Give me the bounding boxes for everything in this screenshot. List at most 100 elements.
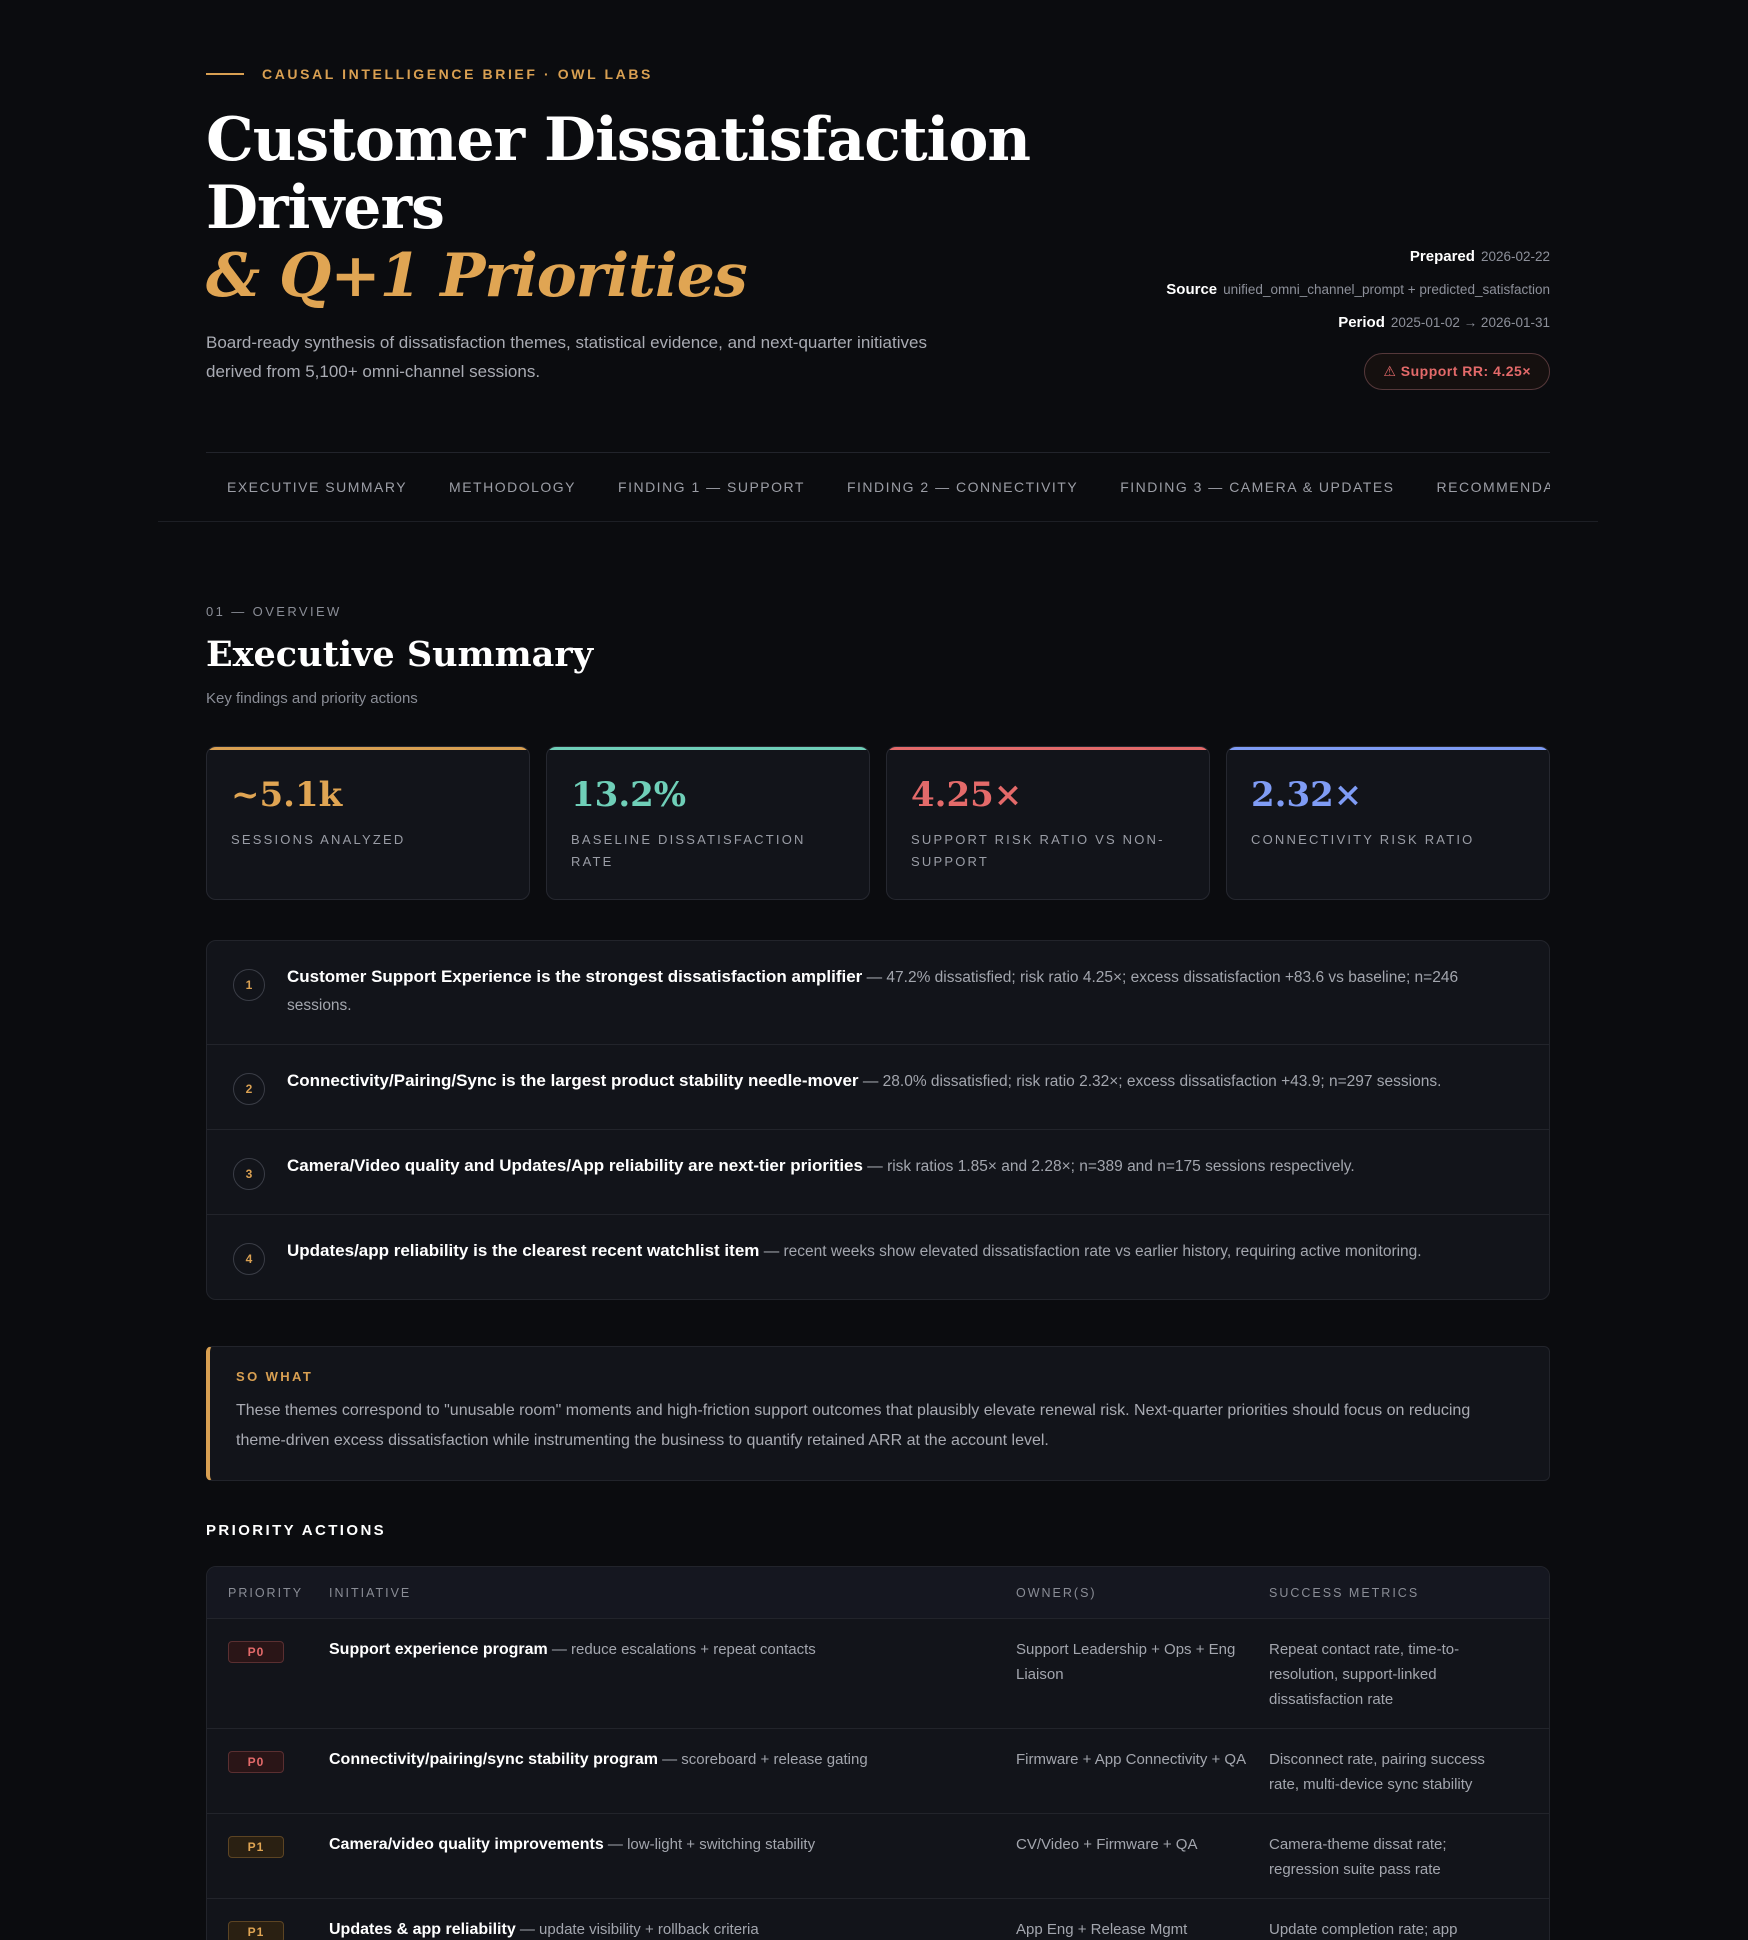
title-line-2: Drivers bbox=[206, 173, 445, 243]
header-initiative: INITIATIVE bbox=[329, 1585, 412, 1600]
meta-period: Period 2025-01-02 → 2026-01-31 bbox=[1166, 306, 1550, 339]
finding-text: Customer Support Experience is the stron… bbox=[287, 963, 1523, 1020]
section-subtitle: Key findings and priority actions bbox=[206, 690, 418, 707]
tab-finding-2[interactable]: FINDING 2 — CONNECTIVITY bbox=[826, 453, 1099, 521]
initiative-cell: Updates & app reliability — update visib… bbox=[329, 1917, 1016, 1940]
table-header: PRIORITY INITIATIVE OWNER(S) SUCCESS MET… bbox=[207, 1567, 1549, 1619]
owners-cell: CV/Video + Firmware + QA bbox=[1016, 1836, 1198, 1853]
finding-detail: — risk ratios 1.85× and 2.28×; n=389 and… bbox=[862, 1158, 1355, 1175]
table-row: P0 Connectivity/pairing/sync stability p… bbox=[207, 1729, 1549, 1814]
kpi-card-connectivity-rr: 2.32× CONNECTIVITY RISK RATIO bbox=[1226, 746, 1550, 900]
meta-period-value: 2025-01-02 → 2026-01-31 bbox=[1390, 315, 1550, 330]
initiative-cell: Support experience program — reduce esca… bbox=[329, 1637, 1016, 1712]
page-title: Customer Dissatisfaction Drivers & Q+1 P… bbox=[206, 106, 1106, 310]
kpi-accent-bar bbox=[887, 747, 1209, 750]
table-row: P1 Camera/video quality improvements — l… bbox=[207, 1814, 1549, 1899]
finding-number: 3 bbox=[233, 1158, 265, 1190]
tab-methodology[interactable]: METHODOLOGY bbox=[428, 453, 597, 521]
meta-source-value: unified_omni_channel_prompt + predicted_… bbox=[1223, 282, 1550, 297]
initiative-cell: Camera/video quality improvements — low-… bbox=[329, 1832, 1016, 1882]
so-what-callout: SO WHAT These themes correspond to "unus… bbox=[206, 1346, 1550, 1481]
kpi-accent-bar bbox=[547, 747, 869, 750]
kpi-accent-bar bbox=[207, 747, 529, 750]
page: CAUSAL INTELLIGENCE BRIEF · OWL LABS Cus… bbox=[0, 0, 1748, 1940]
initiative-name: Support experience program bbox=[329, 1641, 548, 1658]
eyebrow-rule bbox=[206, 73, 244, 75]
priority-badge: P1 bbox=[228, 1836, 284, 1858]
finding-text: Camera/Video quality and Updates/App rel… bbox=[287, 1152, 1355, 1181]
meta-prepared-value: 2026-02-22 bbox=[1480, 249, 1550, 264]
priority-actions-title: PRIORITY ACTIONS bbox=[206, 1522, 387, 1539]
metrics-cell: Camera-theme dissat rate; regression sui… bbox=[1269, 1836, 1447, 1878]
finding-number: 4 bbox=[233, 1243, 265, 1275]
kpi-value: 4.25× bbox=[911, 775, 1023, 815]
kpi-card-support-rr: 4.25× SUPPORT RISK RATIO VS NON-SUPPORT bbox=[886, 746, 1210, 900]
priority-badge: P0 bbox=[228, 1751, 284, 1773]
header-priority: PRIORITY bbox=[228, 1585, 304, 1600]
initiative-detail: — update visibility + rollback criteria bbox=[515, 1921, 759, 1938]
key-findings-list: 1 Customer Support Experience is the str… bbox=[206, 940, 1550, 1300]
finding-title: Camera/Video quality and Updates/App rel… bbox=[287, 1156, 863, 1175]
support-rr-badge: ⚠ Support RR: 4.25× bbox=[1364, 353, 1550, 390]
so-what-label: SO WHAT bbox=[236, 1369, 314, 1384]
table-row: P0 Support experience program — reduce e… bbox=[207, 1619, 1549, 1729]
nav-divider-bottom bbox=[158, 521, 1598, 522]
section-eyebrow: 01 — OVERVIEW bbox=[206, 604, 342, 619]
initiative-name: Camera/video quality improvements bbox=[329, 1836, 604, 1853]
finding-item: 4 Updates/app reliability is the cleares… bbox=[207, 1215, 1549, 1299]
meta-prepared: Prepared 2026-02-22 bbox=[1166, 240, 1550, 273]
kpi-label: CONNECTIVITY RISK RATIO bbox=[1251, 832, 1475, 847]
finding-detail: — recent weeks show elevated dissatisfac… bbox=[759, 1243, 1422, 1260]
priority-badge: P0 bbox=[228, 1641, 284, 1663]
initiative-cell: Connectivity/pairing/sync stability prog… bbox=[329, 1747, 1016, 1797]
finding-title: Connectivity/Pairing/Sync is the largest… bbox=[287, 1071, 859, 1090]
initiative-detail: — low-light + switching stability bbox=[603, 1836, 816, 1853]
kpi-label: BASELINE DISSATISFACTION RATE bbox=[571, 832, 806, 869]
initiative-detail: — reduce escalations + repeat contacts bbox=[547, 1641, 816, 1658]
kpi-label: SESSIONS ANALYZED bbox=[231, 832, 406, 847]
finding-number: 2 bbox=[233, 1073, 265, 1105]
kpi-label: SUPPORT RISK RATIO VS NON-SUPPORT bbox=[911, 832, 1165, 869]
priority-badge: P1 bbox=[228, 1921, 284, 1940]
initiative-detail: — scoreboard + release gating bbox=[657, 1751, 868, 1768]
so-what-text: These themes correspond to "unusable roo… bbox=[236, 1402, 1471, 1449]
finding-number: 1 bbox=[233, 969, 265, 1001]
title-accent: & Q+1 Priorities bbox=[206, 241, 748, 311]
tab-recommendations[interactable]: RECOMMENDATIONS bbox=[1416, 453, 1550, 521]
table-row: P1 Updates & app reliability — update vi… bbox=[207, 1899, 1549, 1940]
owners-cell: App Eng + Release Mgmt bbox=[1016, 1921, 1188, 1938]
owners-cell: Support Leadership + Ops + Eng Liaison bbox=[1016, 1641, 1236, 1683]
header-metrics: SUCCESS METRICS bbox=[1269, 1585, 1420, 1600]
finding-text: Connectivity/Pairing/Sync is the largest… bbox=[287, 1067, 1441, 1096]
eyebrow-text: CAUSAL INTELLIGENCE BRIEF · OWL LABS bbox=[262, 66, 653, 82]
finding-item: 1 Customer Support Experience is the str… bbox=[207, 941, 1549, 1045]
owners-cell: Firmware + App Connectivity + QA bbox=[1016, 1751, 1247, 1768]
page-subtitle: Board-ready synthesis of dissatisfaction… bbox=[206, 333, 927, 381]
section-title: Executive Summary bbox=[206, 634, 594, 675]
initiative-name: Updates & app reliability bbox=[329, 1921, 516, 1938]
kpi-accent-bar bbox=[1227, 747, 1549, 750]
meta-source: Source unified_omni_channel_prompt + pred… bbox=[1166, 273, 1550, 306]
finding-item: 2 Connectivity/Pairing/Sync is the large… bbox=[207, 1045, 1549, 1130]
metrics-cell: Update completion rate; app bbox=[1269, 1921, 1458, 1938]
brief-eyebrow: CAUSAL INTELLIGENCE BRIEF · OWL LABS bbox=[206, 66, 1550, 82]
initiative-name: Connectivity/pairing/sync stability prog… bbox=[329, 1751, 658, 1768]
kpi-card-sessions: ~5.1k SESSIONS ANALYZED bbox=[206, 746, 530, 900]
tab-finding-1[interactable]: FINDING 1 — SUPPORT bbox=[597, 453, 826, 521]
finding-text: Updates/app reliability is the clearest … bbox=[287, 1237, 1422, 1266]
kpi-cards: ~5.1k SESSIONS ANALYZED 13.2% BASELINE D… bbox=[206, 746, 1550, 900]
priority-actions-table: PRIORITY INITIATIVE OWNER(S) SUCCESS MET… bbox=[206, 1566, 1550, 1940]
section-nav: EXECUTIVE SUMMARY METHODOLOGY FINDING 1 … bbox=[206, 453, 1550, 521]
kpi-value: ~5.1k bbox=[231, 775, 343, 815]
tab-finding-3[interactable]: FINDING 3 — CAMERA & UPDATES bbox=[1099, 453, 1415, 521]
kpi-value: 13.2% bbox=[571, 775, 687, 815]
meta-period-label: Period bbox=[1338, 314, 1385, 331]
finding-item: 3 Camera/Video quality and Updates/App r… bbox=[207, 1130, 1549, 1215]
finding-title: Customer Support Experience is the stron… bbox=[287, 967, 863, 986]
tab-executive-summary[interactable]: EXECUTIVE SUMMARY bbox=[206, 453, 428, 521]
meta-source-label: Source bbox=[1166, 281, 1218, 298]
title-line-1: Customer Dissatisfaction bbox=[206, 105, 1031, 175]
kpi-value: 2.32× bbox=[1251, 775, 1363, 815]
finding-title: Updates/app reliability is the clearest … bbox=[287, 1241, 760, 1260]
metrics-cell: Repeat contact rate, time-to-resolution,… bbox=[1269, 1641, 1460, 1708]
